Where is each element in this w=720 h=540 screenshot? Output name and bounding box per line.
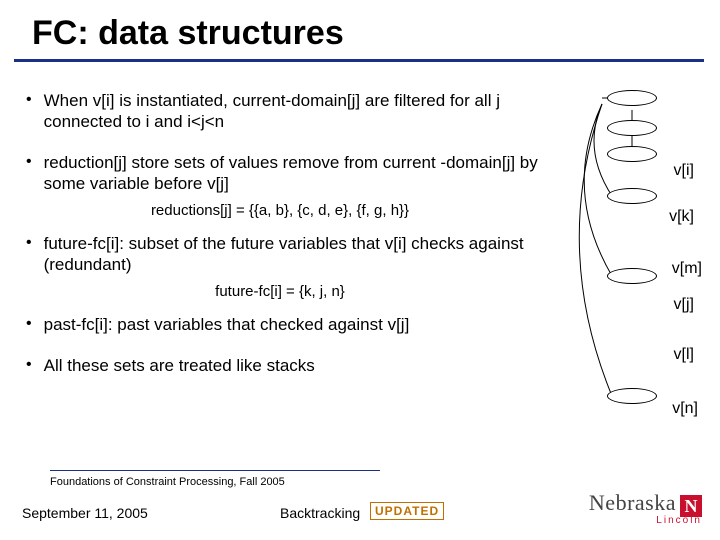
node-label: v[k]: [669, 208, 694, 226]
node-oval: [607, 146, 657, 162]
node-oval: [607, 120, 657, 136]
bullet-item: • When v[i] is instantiated, current-dom…: [20, 90, 540, 132]
bullet-marker: •: [26, 355, 32, 376]
bullet-text: All these sets are treated like stacks: [44, 355, 315, 376]
footer-topic: Backtracking: [280, 505, 360, 521]
sub-text: reductions[j] = {{a, b}, {c, d, e}, {f, …: [20, 202, 540, 219]
bullet-item: • All these sets are treated like stacks: [20, 355, 540, 376]
node-oval: [607, 388, 657, 404]
node-oval: [607, 90, 657, 106]
node-label: v[n]: [672, 400, 698, 418]
sub-text: future-fc[i] = {k, j, n}: [20, 283, 540, 300]
node-label: v[j]: [674, 296, 694, 314]
node-label: v[m]: [672, 260, 702, 278]
bullet-item: • future-fc[i]: subset of the future var…: [20, 233, 540, 275]
node-oval: [607, 268, 657, 284]
bullet-marker: •: [26, 314, 32, 335]
bullet-text: future-fc[i]: subset of the future varia…: [44, 233, 540, 275]
bullet-list: • When v[i] is instantiated, current-dom…: [20, 90, 540, 384]
bullet-marker: •: [26, 152, 32, 194]
logo-text: Nebraska: [589, 490, 676, 515]
bullet-marker: •: [26, 90, 32, 132]
bullet-text: When v[i] is instantiated, current-domai…: [44, 90, 540, 132]
bullet-text: reduction[j] store sets of values remove…: [44, 152, 540, 194]
bullet-text: past-fc[i]: past variables that checked …: [44, 314, 410, 335]
slide-title: FC: data structures: [14, 0, 704, 62]
university-logo: NebraskaN Lincoln: [589, 490, 702, 526]
logo-mark-icon: N: [680, 495, 702, 517]
node-oval: [607, 188, 657, 204]
node-label: v[l]: [674, 346, 694, 364]
bullet-item: • past-fc[i]: past variables that checke…: [20, 314, 540, 335]
footer-divider: [50, 470, 380, 471]
bullet-marker: •: [26, 233, 32, 275]
footer-date: September 11, 2005: [22, 505, 148, 521]
updated-badge: UPDATED: [370, 502, 444, 520]
footer-course: Foundations of Constraint Processing, Fa…: [50, 476, 285, 488]
tree-diagram: v[i] v[k] v[m] v[j] v[l] v[n]: [542, 90, 702, 420]
bullet-item: • reduction[j] store sets of values remo…: [20, 152, 540, 194]
diagram-lines: [542, 90, 702, 420]
node-label: v[i]: [674, 162, 694, 180]
